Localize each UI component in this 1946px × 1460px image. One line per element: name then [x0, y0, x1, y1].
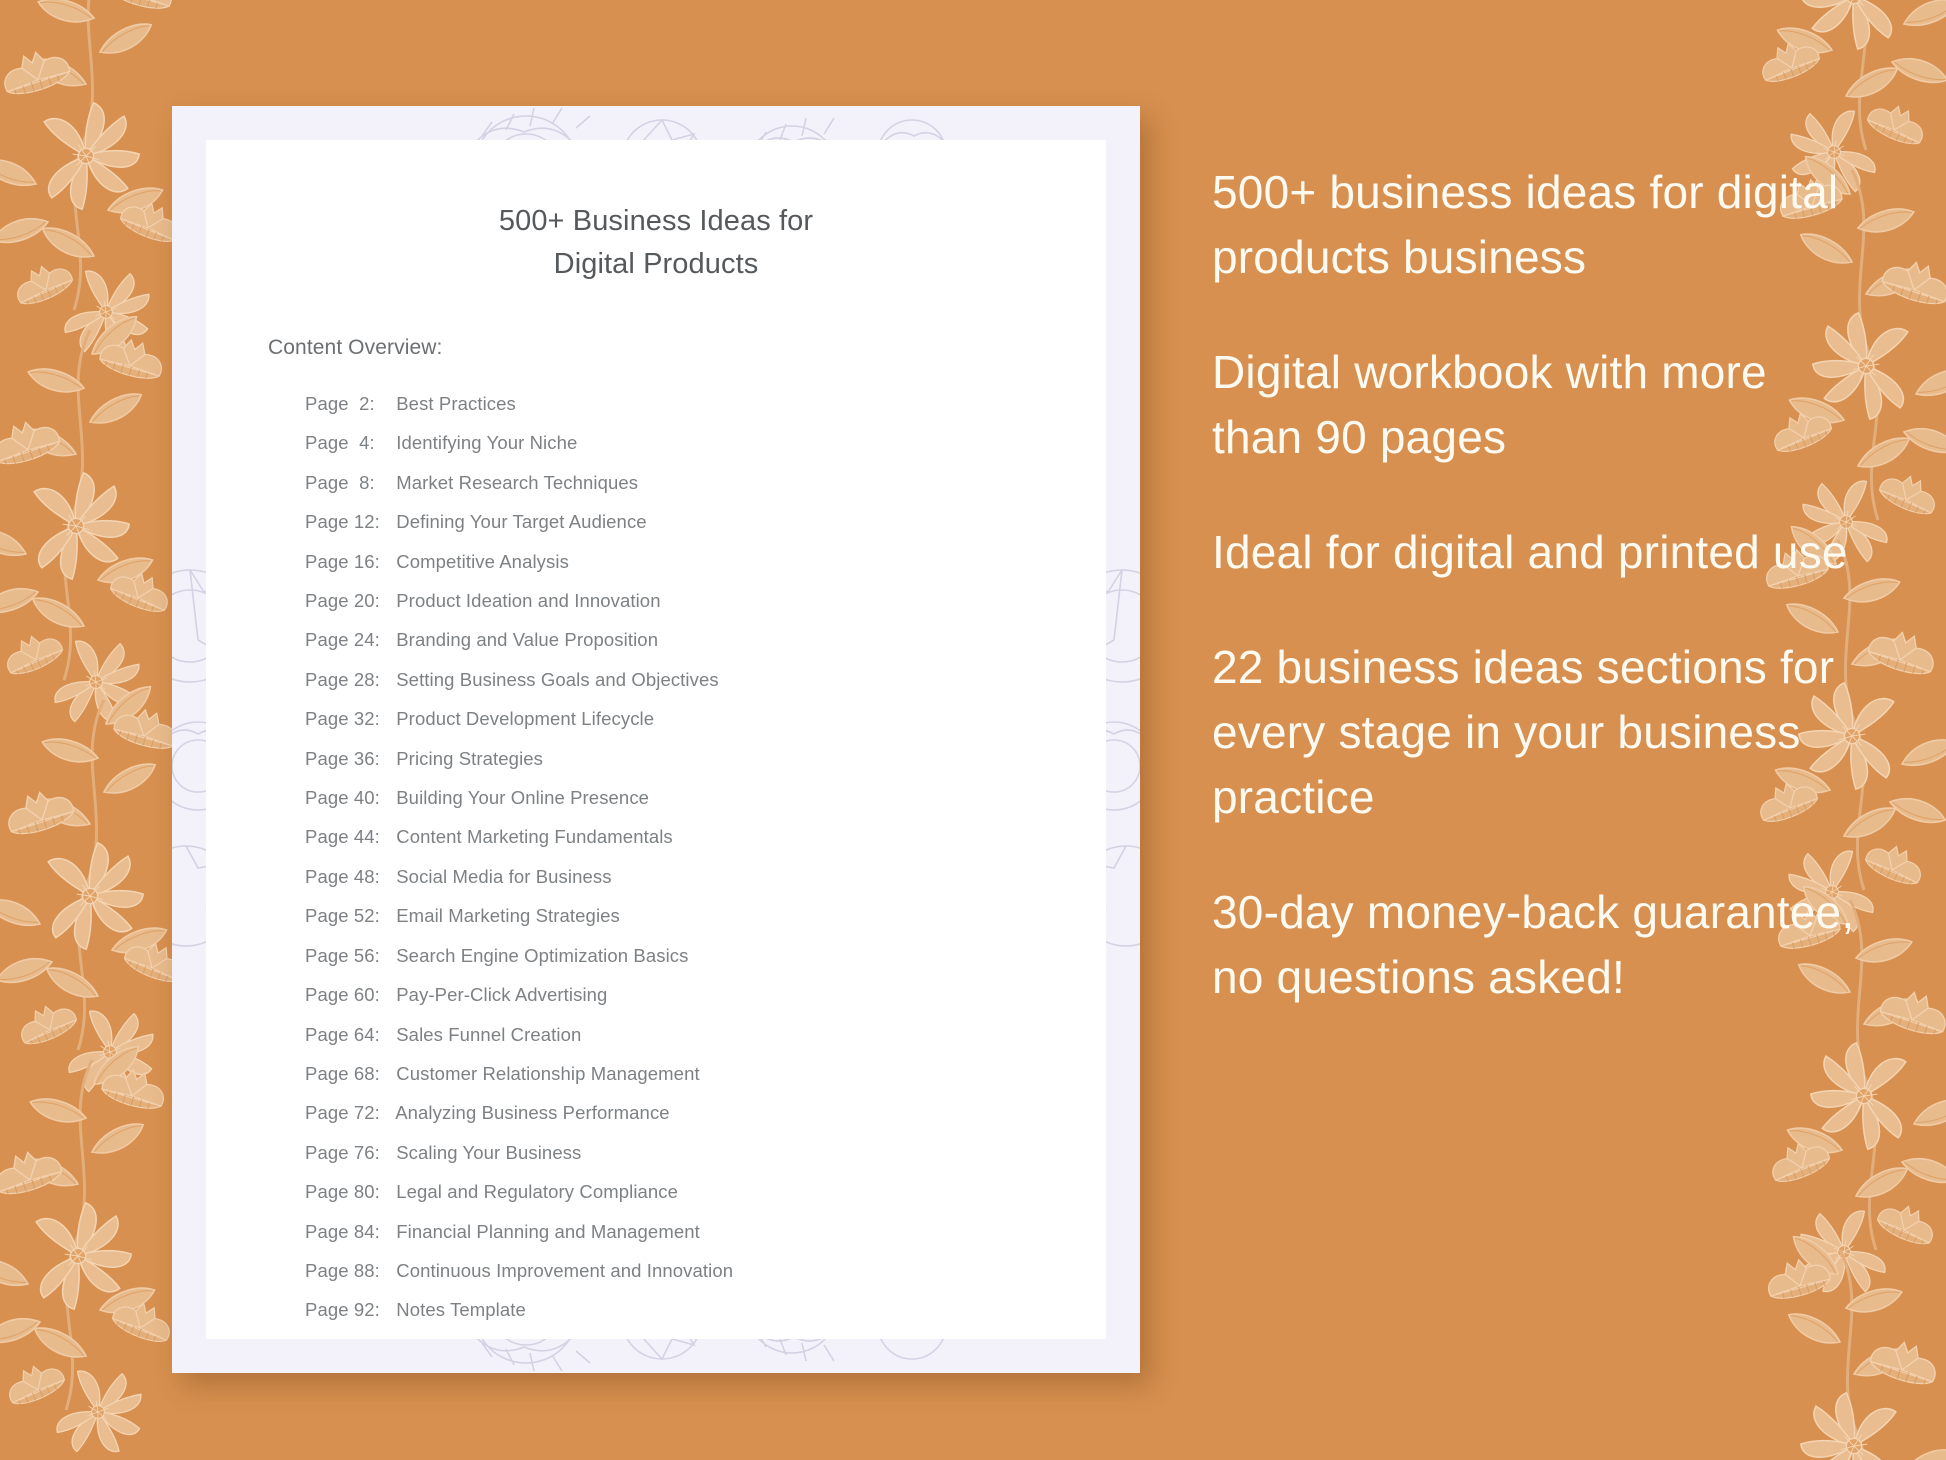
toc-entry: Page 16: Competitive Analysis — [305, 542, 1106, 581]
toc-entry: Page 80: Legal and Regulatory Compliance — [305, 1172, 1106, 1211]
toc-entry-title: Best Practices — [391, 393, 516, 414]
toc-entry-page: Page 12: — [305, 511, 380, 533]
toc-entry: Page 24: Branding and Value Proposition — [305, 620, 1106, 659]
toc-entry: Page 32: Product Development Lifecycle — [305, 699, 1106, 738]
toc-entry-title: Pricing Strategies — [391, 747, 544, 769]
promo-paragraph: 500+ business ideas for digital products… — [1212, 166, 1839, 283]
toc-entry-title: Pay-Per-Click Advertising — [391, 984, 608, 1006]
toc-entry-title: Content Marketing Fundamentals — [391, 826, 673, 848]
toc-entry: Page 8: Market Research Techniques — [305, 463, 1106, 502]
toc-entry-page: Page 68: — [305, 1062, 380, 1084]
toc-entry-title: Continuous Improvement and Innovation — [391, 1259, 734, 1281]
toc-entry: Page 48: Social Media for Business — [305, 857, 1106, 896]
toc-entry: Page 64: Sales Funnel Creation — [305, 1015, 1106, 1054]
toc-entry-page: Page 16: — [305, 550, 380, 572]
toc-entry-title: Customer Relationship Management — [391, 1062, 700, 1084]
toc-entry-title: Email Marketing Strategies — [391, 905, 620, 927]
toc-entry-page: Page 84: — [305, 1220, 380, 1242]
promo-paragraph: Digital workbook with more than 90 pages — [1212, 346, 1767, 463]
toc-entry: Page 2: Best Practices — [305, 384, 1106, 423]
toc-entry: Page 52: Email Marketing Strategies — [305, 896, 1106, 935]
page-title-line-1: 500+ Business Ideas for — [498, 205, 814, 237]
promo-paragraph: Ideal for digital and printed use — [1212, 526, 1848, 578]
toc-entry: Page 36: Pricing Strategies — [305, 739, 1106, 778]
toc-entry-title: Sales Funnel Creation — [391, 1023, 582, 1045]
toc-entry: Page 84: Financial Planning and Manageme… — [305, 1212, 1106, 1251]
toc-entry-page: Page 4: — [305, 432, 375, 454]
toc-entry-page: Page 44: — [305, 826, 380, 848]
toc-entry: Page 40: Building Your Online Presence — [305, 778, 1106, 817]
toc-entry-page: Page 20: — [305, 590, 380, 612]
toc-entry-title: Financial Planning and Management — [391, 1220, 700, 1242]
toc-entry-title: Identifying Your Niche — [391, 432, 578, 454]
toc-entry-page: Page 76: — [305, 1141, 380, 1163]
toc-entry-title: Branding and Value Proposition — [391, 629, 659, 651]
toc-entry-page: Page 2: — [305, 393, 375, 414]
toc-entry-title: Analyzing Business Performance — [391, 1102, 670, 1124]
toc-entry-page: Page 64: — [305, 1023, 380, 1045]
toc-entry-page: Page 80: — [305, 1181, 380, 1203]
document-page: 500+ Business Ideas for Digital Products… — [206, 140, 1106, 1339]
promo-paragraph: 30-day money-back guarantee, no question… — [1212, 886, 1855, 1003]
toc-entry-title: Market Research Techniques — [391, 471, 639, 493]
promo-text-block: 500+ business ideas for digital products… — [1212, 160, 1862, 1010]
toc-entry-title: Defining Your Target Audience — [391, 511, 647, 533]
toc-entry-title: Building Your Online Presence — [391, 787, 650, 809]
toc-entry-title: Product Development Lifecycle — [391, 708, 655, 730]
toc-entry: Page 44: Content Marketing Fundamentals — [305, 817, 1106, 856]
toc-entry: Page 28: Setting Business Goals and Obje… — [305, 660, 1106, 699]
toc-entry-page: Page 36: — [305, 747, 380, 769]
toc-entry-page: Page 72: — [305, 1102, 380, 1124]
toc-entry-title: Competitive Analysis — [391, 550, 569, 572]
toc-entry: Page 72: Analyzing Business Performance — [305, 1093, 1106, 1132]
toc-entry-page: Page 40: — [305, 787, 380, 809]
page-title: 500+ Business Ideas for Digital Products — [206, 200, 1106, 286]
toc-entry-title: Notes Template — [391, 1299, 526, 1321]
toc-entry: Page 56: Search Engine Optimization Basi… — [305, 936, 1106, 975]
toc-entry-page: Page 8: — [305, 471, 375, 493]
toc-entry-page: Page 52: — [305, 905, 380, 927]
toc-entry: Page 4: Identifying Your Niche — [305, 423, 1106, 462]
toc-entry-page: Page 56: — [305, 944, 380, 966]
toc-entry-title: Search Engine Optimization Basics — [391, 944, 689, 966]
toc-entry-title: Scaling Your Business — [391, 1141, 582, 1163]
toc-entry: Page 60: Pay-Per-Click Advertising — [305, 975, 1106, 1014]
toc-entry: Page 88: Continuous Improvement and Inno… — [305, 1251, 1106, 1290]
table-of-contents: Page 2: Best Practices Page 4: Identifyin… — [305, 384, 1106, 1330]
document-card: 500+ Business Ideas for Digital Products… — [172, 106, 1140, 1373]
toc-entry-page: Page 92: — [305, 1299, 380, 1321]
toc-entry: Page 12: Defining Your Target Audience — [305, 502, 1106, 541]
toc-entry-title: Social Media for Business — [391, 865, 612, 887]
page-title-line-2: Digital Products — [553, 248, 759, 280]
toc-entry-page: Page 24: — [305, 629, 380, 651]
toc-entry-page: Page 28: — [305, 668, 380, 690]
toc-entry-page: Page 48: — [305, 865, 380, 887]
toc-entry-page: Page 32: — [305, 708, 380, 730]
toc-entry-page: Page 60: — [305, 984, 380, 1006]
toc-entry: Page 92: Notes Template — [305, 1290, 1106, 1329]
toc-entry-title: Setting Business Goals and Objectives — [391, 668, 719, 690]
toc-entry-title: Product Ideation and Innovation — [391, 590, 661, 612]
toc-entry: Page 76: Scaling Your Business — [305, 1133, 1106, 1172]
toc-entry: Page 68: Customer Relationship Managemen… — [305, 1054, 1106, 1093]
content-overview-label: Content Overview: — [268, 336, 443, 359]
toc-entry: Page 20: Product Ideation and Innovation — [305, 581, 1106, 620]
toc-entry-title: Legal and Regulatory Compliance — [391, 1181, 679, 1203]
promo-paragraph: 22 business ideas sections for every sta… — [1212, 641, 1835, 823]
toc-entry-page: Page 88: — [305, 1259, 380, 1281]
